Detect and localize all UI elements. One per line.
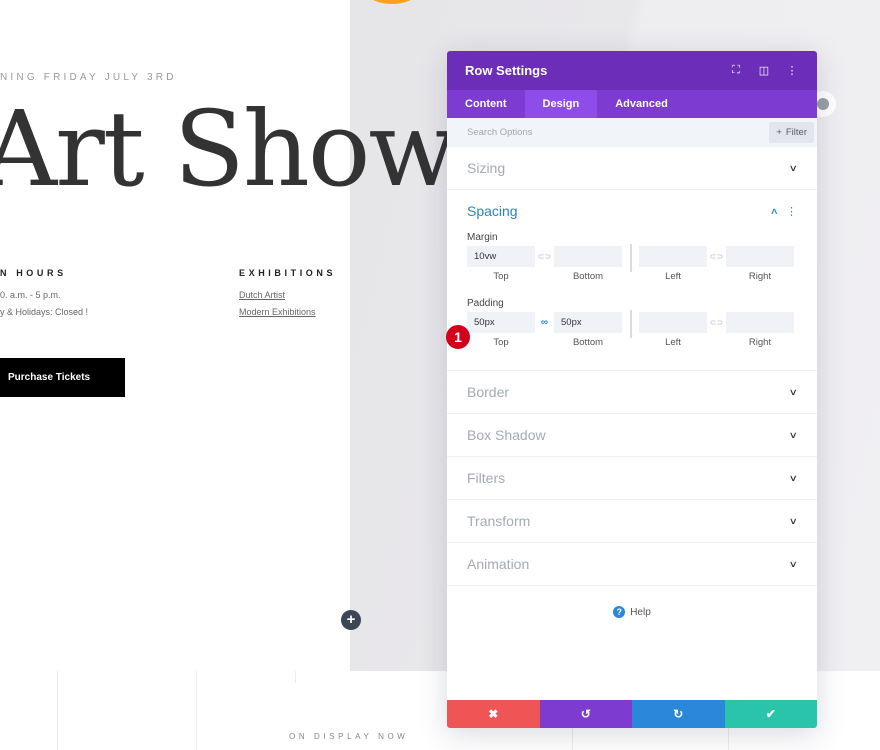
side-label: Right xyxy=(748,337,772,348)
section-box-shadow[interactable]: Box Shadow ∨ xyxy=(447,414,817,457)
search-bar: + Filter xyxy=(447,118,817,147)
row-settings-modal: Row Settings ⛶ ◫ ⋮ Content Design Advanc… xyxy=(447,51,817,728)
help-link[interactable]: ? Help xyxy=(447,606,817,618)
chevron-down-icon: ∨ xyxy=(789,515,799,526)
padding-right-input[interactable] xyxy=(726,312,794,333)
section-animation[interactable]: Animation ∨ xyxy=(447,543,817,586)
help-icon: ? xyxy=(613,606,626,618)
redo-button[interactable]: ↻ xyxy=(632,700,725,728)
link-toggle-icon[interactable]: ⊂⊃ xyxy=(535,246,554,267)
margin-top-input[interactable] xyxy=(467,246,535,267)
add-row-button[interactable]: + xyxy=(341,610,361,630)
globe-icon xyxy=(817,98,829,110)
section-label: Animation xyxy=(467,556,530,572)
page: NING FRIDAY JULY 3RD Art Show N HOURS 0.… xyxy=(0,0,880,750)
margin-fields: Top ⊂⊃ Bottom Left ⊂⊃ Right xyxy=(467,244,797,288)
section-border[interactable]: Border ∨ xyxy=(447,371,817,414)
purchase-tickets-button[interactable]: Purchase Tickets xyxy=(0,358,125,397)
padding-top-input[interactable] xyxy=(467,312,535,333)
side-label: Left xyxy=(665,271,681,282)
section-spacing: Spacing ∧ ⋮ Margin Top ⊂⊃ Bottom Left ⊂⊃… xyxy=(447,190,817,371)
hours-line: 0. a.m. - 5 p.m. xyxy=(0,290,61,300)
section-label: Transform xyxy=(467,513,531,529)
chevron-down-icon: ∨ xyxy=(789,472,799,483)
padding-bottom-input[interactable] xyxy=(554,312,622,333)
link-toggle-icon[interactable]: ⊂⊃ xyxy=(707,312,726,333)
column-divider xyxy=(295,671,296,683)
step-badge: 1 xyxy=(446,325,470,349)
padding-label: Padding xyxy=(467,298,504,309)
help-label: Help xyxy=(630,606,651,618)
expand-icon[interactable]: ⛶ xyxy=(729,64,743,77)
chevron-down-icon: ∨ xyxy=(789,429,799,440)
section-menu-icon[interactable]: ⋮ xyxy=(786,205,797,218)
tab-content[interactable]: Content xyxy=(447,90,525,118)
divider xyxy=(630,310,632,338)
split-view-icon[interactable]: ◫ xyxy=(757,64,771,77)
modal-title: Row Settings xyxy=(465,63,548,78)
side-label: Right xyxy=(748,271,772,282)
section-sizing[interactable]: Sizing ∨ xyxy=(447,147,817,190)
side-label: Bottom xyxy=(572,271,604,282)
side-label: Top xyxy=(493,337,509,348)
chevron-down-icon: ∨ xyxy=(789,558,799,569)
divider xyxy=(630,244,632,272)
spacing-header[interactable]: Spacing ∧ ⋮ xyxy=(467,190,797,232)
side-label: Left xyxy=(665,337,681,348)
hours-heading: N HOURS xyxy=(0,268,67,278)
page-title: Art Show xyxy=(0,88,458,210)
section-transform[interactable]: Transform ∨ xyxy=(447,500,817,543)
cancel-button[interactable]: ✖ xyxy=(447,700,540,728)
exhibition-link-modern[interactable]: Modern Exhibitions xyxy=(239,307,316,317)
exhibitions-heading: EXHIBITIONS xyxy=(239,268,337,278)
chevron-down-icon: ∨ xyxy=(789,162,799,173)
filter-button[interactable]: + Filter xyxy=(769,122,814,143)
modal-footer: ✖ ↺ ↻ ✔ xyxy=(447,700,817,728)
section-label: Border xyxy=(467,384,510,400)
section-filters[interactable]: Filters ∨ xyxy=(447,457,817,500)
link-toggle-icon[interactable]: ⊂⊃ xyxy=(707,246,726,267)
search-options-input[interactable] xyxy=(467,127,770,138)
link-active-icon[interactable]: ∞ xyxy=(535,312,554,333)
undo-button[interactable]: ↺ xyxy=(539,700,632,728)
margin-label: Margin xyxy=(467,232,498,243)
column-divider xyxy=(57,671,58,750)
side-label: Bottom xyxy=(572,337,604,348)
section-label: Spacing xyxy=(467,203,518,219)
column-divider xyxy=(196,671,197,750)
on-display-heading: ON DISPLAY NOW xyxy=(289,732,409,741)
save-button[interactable]: ✔ xyxy=(724,700,817,728)
filter-label: Filter xyxy=(785,127,807,138)
modal-header[interactable]: Row Settings ⛶ ◫ ⋮ xyxy=(447,51,817,90)
chevron-down-icon: ∨ xyxy=(789,386,799,397)
section-label: Box Shadow xyxy=(467,427,546,443)
section-label: Sizing xyxy=(467,160,506,176)
plus-icon: + xyxy=(776,127,782,138)
modal-tabs: Content Design Advanced xyxy=(447,90,817,118)
chevron-up-icon: ∧ xyxy=(770,205,780,216)
event-date-eyebrow: NING FRIDAY JULY 3RD xyxy=(0,72,177,83)
exhibition-link-dutch-artist[interactable]: Dutch Artist xyxy=(239,290,285,300)
tab-design[interactable]: Design xyxy=(524,90,598,118)
margin-left-input[interactable] xyxy=(639,246,707,267)
section-label: Filters xyxy=(467,470,506,486)
tab-advanced[interactable]: Advanced xyxy=(597,90,686,118)
padding-left-input[interactable] xyxy=(639,312,707,333)
margin-bottom-input[interactable] xyxy=(554,246,622,267)
padding-fields: Top ∞ Bottom Left ⊂⊃ Right xyxy=(467,310,797,354)
margin-right-input[interactable] xyxy=(726,246,794,267)
hours-line: y & Holidays: Closed ! xyxy=(0,307,89,317)
side-label: Top xyxy=(493,271,509,282)
more-options-icon[interactable]: ⋮ xyxy=(785,64,799,77)
